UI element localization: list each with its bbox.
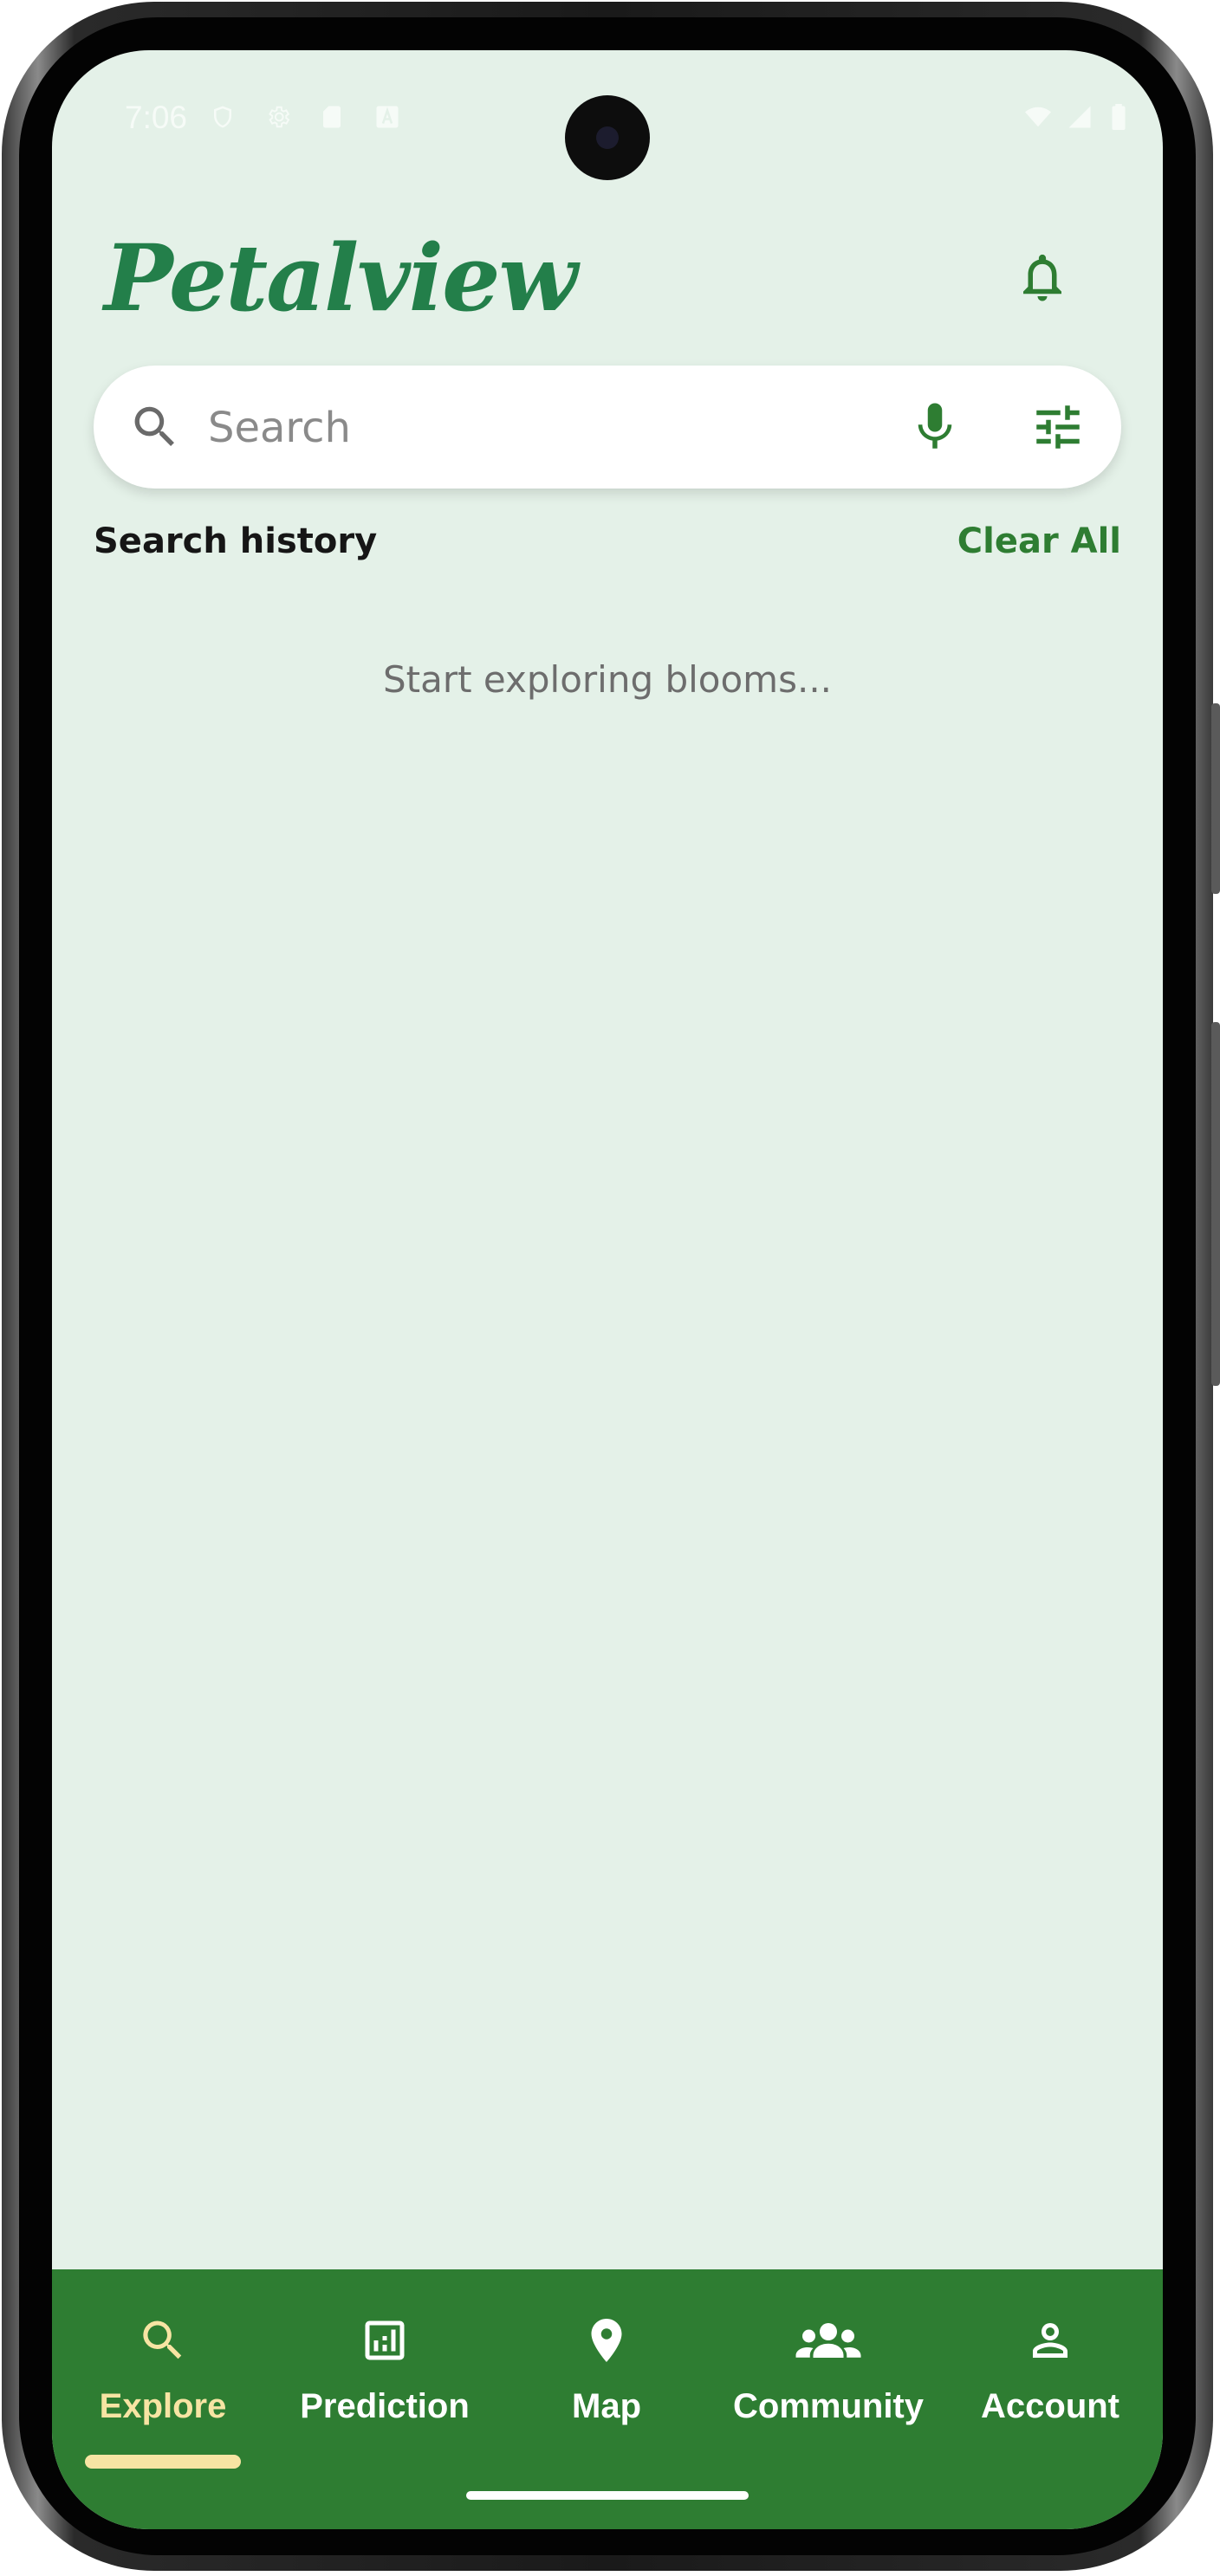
status-time: 7:06 <box>125 100 188 135</box>
gear-icon <box>269 106 290 128</box>
search-history-title: Search history <box>94 521 378 561</box>
nav-item-prediction[interactable]: Prediction <box>274 2269 496 2477</box>
person-icon <box>1033 2323 1068 2358</box>
bottom-navigation: Explore Prediction Map Community Account <box>52 2269 1163 2529</box>
people-icon <box>795 2323 861 2358</box>
front-camera <box>565 95 650 180</box>
nav-item-community[interactable]: Community <box>717 2269 939 2477</box>
signal-icon <box>1068 106 1091 128</box>
clear-all-button[interactable]: Clear All <box>957 521 1121 561</box>
nav-label: Prediction <box>300 2387 470 2425</box>
map-pin-icon <box>591 2319 622 2362</box>
app-logo: Petalview <box>104 223 578 332</box>
search-icon <box>134 406 174 446</box>
filter-sliders-icon[interactable] <box>1029 398 1087 456</box>
nav-item-explore[interactable]: Explore <box>52 2269 274 2477</box>
active-tab-indicator <box>85 2455 241 2469</box>
nav-item-account[interactable]: Account <box>939 2269 1161 2477</box>
nav-item-map[interactable]: Map <box>496 2269 717 2477</box>
sd-card-icon <box>323 106 341 128</box>
search-icon <box>143 2320 182 2359</box>
nav-label: Community <box>733 2387 924 2425</box>
search-input[interactable] <box>206 395 773 461</box>
notification-bell-icon[interactable] <box>1014 246 1071 308</box>
shield-icon <box>214 106 231 128</box>
power-button <box>1211 703 1220 894</box>
chart-icon <box>365 2320 405 2360</box>
app-screen: 7:06 Petalview Search history Clear All … <box>52 50 1163 2529</box>
search-bar[interactable] <box>94 366 1121 489</box>
home-indicator[interactable] <box>466 2491 749 2500</box>
nav-label: Map <box>572 2387 641 2425</box>
empty-history-message: Start exploring blooms... <box>382 658 833 701</box>
battery-icon <box>1112 104 1126 130</box>
nav-label: Account <box>981 2387 1119 2425</box>
font-a-icon <box>376 106 399 128</box>
nav-label: Explore <box>99 2387 227 2425</box>
volume-button <box>1211 1022 1220 1386</box>
wifi-icon <box>1025 107 1051 127</box>
microphone-icon[interactable] <box>906 398 964 456</box>
